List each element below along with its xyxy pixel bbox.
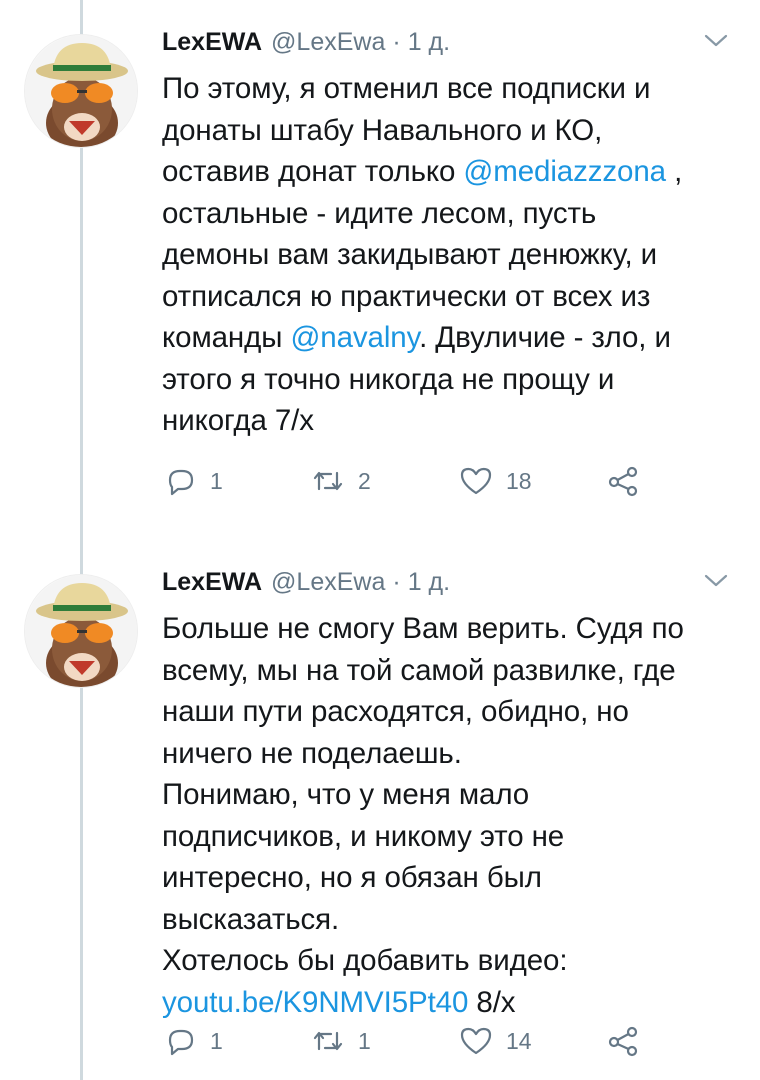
tweet-text-line: остальные - идите лесом, пусть: [162, 196, 597, 230]
tweet-text-line: отписался ю практически от всех из: [162, 279, 651, 313]
reply-count: 1: [210, 467, 223, 494]
avatar[interactable]: [24, 574, 138, 688]
share-button[interactable]: [606, 1025, 754, 1057]
url-link[interactable]: youtu.be/K9NMVI5Pt40: [162, 986, 468, 1019]
heart-icon: [460, 467, 492, 495]
text-segment: команды: [162, 321, 291, 354]
separator: ·: [392, 568, 401, 596]
mention-link[interactable]: @navalny: [290, 321, 419, 354]
text-segment: ,: [665, 155, 683, 188]
timestamp[interactable]: 1 д.: [408, 28, 450, 57]
tweet-text-line: интересно, но я обязан был: [162, 861, 542, 894]
chevron-down-icon[interactable]: [702, 30, 730, 50]
tweet-text-line: Хотелось бы добавить видео:: [162, 944, 568, 977]
author-name[interactable]: LexEWA: [162, 568, 262, 597]
retweet-icon: [313, 1031, 343, 1051]
author-name[interactable]: LexEWA: [162, 28, 262, 57]
tweet-header: LexEWA @LexEwa · 1 д.: [162, 568, 740, 604]
like-button[interactable]: 14: [458, 1025, 606, 1057]
retweet-icon: [313, 471, 343, 491]
retweet-count: 1: [358, 1027, 371, 1054]
tweet-text-line: подписчиков, и никому это не: [162, 819, 565, 853]
tweet-text-line: никогда 7/х: [162, 404, 314, 437]
heart-icon: [460, 1027, 492, 1055]
twitter-thread: LexEWA @LexEwa · 1 д. По этому, я отмени…: [0, 0, 760, 1080]
timestamp[interactable]: 1 д.: [408, 568, 450, 597]
retweet-button[interactable]: 1: [310, 1025, 458, 1057]
reply-button[interactable]: 1: [162, 465, 310, 497]
tweet-text: По этому, я отменил все подписки и донат…: [162, 68, 740, 442]
tweet-text-line: этого я точно никогда не прощу и: [162, 362, 615, 396]
retweet-count: 2: [358, 467, 371, 494]
tweet-text-line: Понимаю, что у меня мало: [162, 778, 530, 811]
tweet-text-line: высказаться.: [162, 902, 340, 936]
share-icon: [608, 466, 638, 497]
mention-link[interactable]: @mediazzzona: [463, 155, 666, 188]
tweet-text-line: демоны вам закидывают денюжку, и: [162, 238, 658, 271]
tweet-text: Больше не смогу Вам верить. Судя по всем…: [162, 608, 740, 1023]
share-button[interactable]: [606, 465, 754, 497]
reply-count: 1: [210, 1027, 223, 1054]
avatar[interactable]: [24, 34, 138, 148]
text-segment: . Двуличие - зло, и: [419, 321, 671, 354]
reply-icon: [168, 469, 194, 496]
tweet-text-line: Больше не смогу Вам верить. Судя по: [162, 612, 684, 645]
tweet-text-line: ничего не поделаешь.: [162, 736, 462, 770]
tweet-text-line: По этому, я отменил все подписки и: [162, 72, 651, 105]
tweet-text-line: всему, мы на той самой развилке, где: [162, 653, 676, 687]
like-button[interactable]: 18: [458, 465, 606, 497]
author-handle[interactable]: @LexEwa: [271, 568, 385, 597]
chevron-down-icon[interactable]: [702, 570, 730, 590]
like-count: 14: [506, 1027, 532, 1054]
tweet-text-line: донаты штабу Навального и КО,: [162, 113, 603, 147]
author-handle[interactable]: @LexEwa: [271, 28, 385, 57]
tweet-header: LexEWA @LexEwa · 1 д.: [162, 28, 740, 64]
tweet-text-line: оставив донат только @mediazzzona ,: [162, 151, 740, 193]
tweet-text-line: наши пути расходятся, обидно, но: [162, 695, 629, 728]
tweet-actions: 1 1 14: [162, 1025, 754, 1057]
share-icon: [608, 1026, 638, 1057]
reply-button[interactable]: 1: [162, 1025, 310, 1057]
tweet-text-line: команды @navalny. Двуличие - зло, и: [162, 317, 740, 359]
text-segment: 8/х: [468, 985, 516, 1019]
retweet-button[interactable]: 2: [310, 465, 458, 497]
avatar-image: [25, 35, 137, 147]
tweet[interactable]: LexEWA @LexEwa · 1 д. По этому, я отмени…: [0, 0, 760, 540]
reply-icon: [168, 1029, 194, 1056]
tweet-text-line: youtu.be/K9NMVI5Pt40 8/х: [162, 982, 740, 1024]
separator: ·: [392, 28, 401, 56]
like-count: 18: [506, 467, 532, 494]
tweet-actions: 1 2 18: [162, 465, 754, 497]
avatar-image: [25, 575, 137, 687]
text-segment: оставив донат только: [162, 155, 464, 188]
tweet[interactable]: LexEWA @LexEwa · 1 д. Больше не смогу Ва…: [0, 540, 760, 1080]
